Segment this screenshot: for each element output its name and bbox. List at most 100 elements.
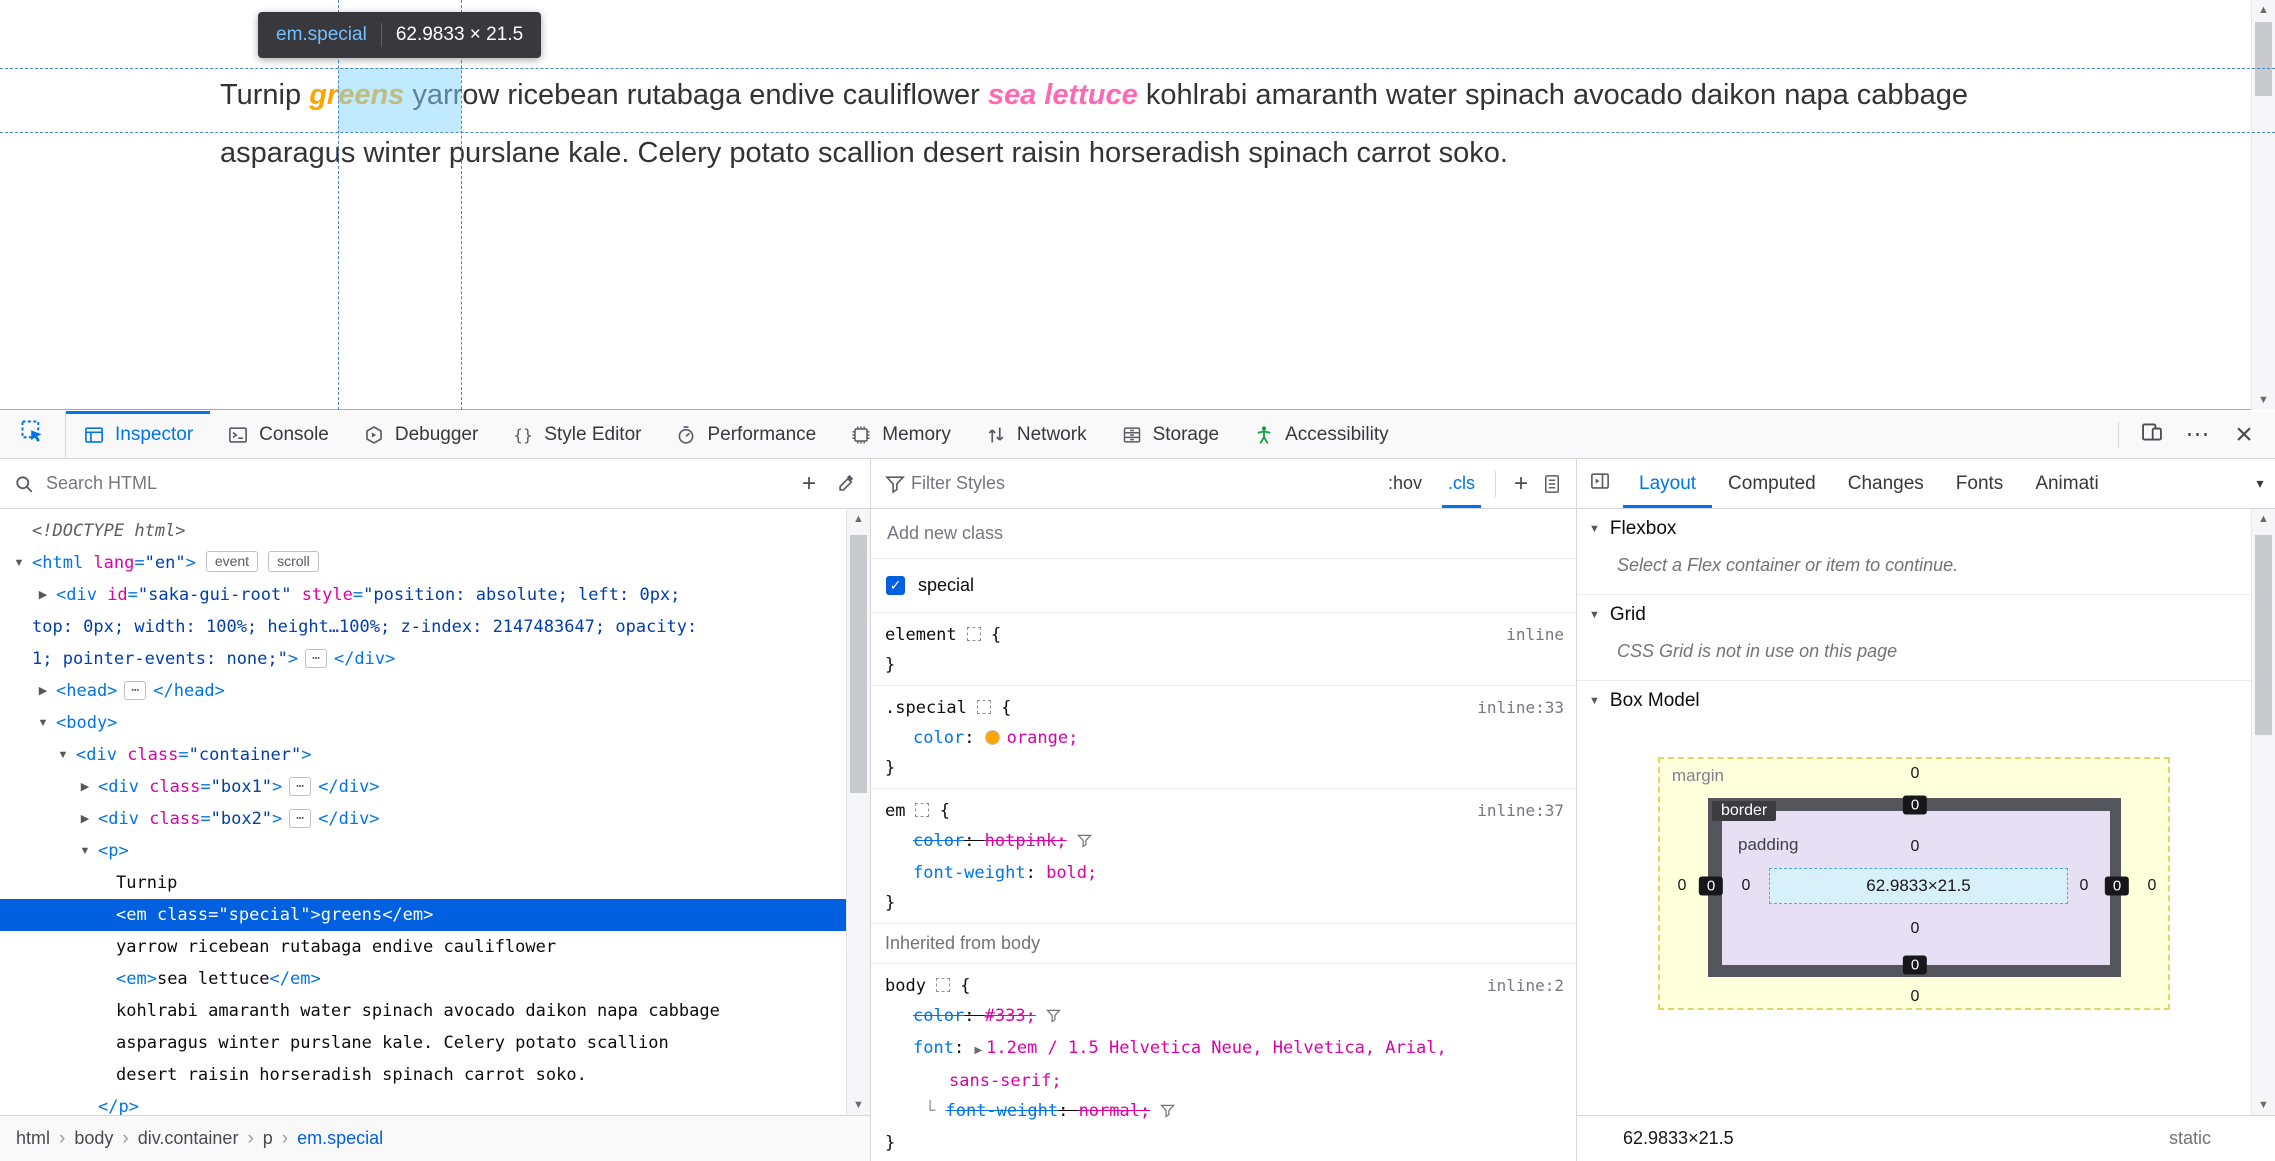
new-rule-button[interactable]: + bbox=[1506, 470, 1536, 498]
css-declaration[interactable]: color: #333; bbox=[885, 1001, 1562, 1033]
tab-network[interactable]: Network bbox=[968, 411, 1104, 458]
markup-row[interactable]: ▼ <div class="container"> bbox=[0, 739, 846, 771]
margin-right-value[interactable]: 0 bbox=[2148, 877, 2157, 895]
css-declaration[interactable]: font: ▶ 1.2em / 1.5 Helvetica Neue, Helve… bbox=[885, 1033, 1562, 1066]
markup-row[interactable]: ▶ <div id="saka-gui-root" style="position… bbox=[0, 579, 846, 611]
rule-selector[interactable]: element bbox=[885, 625, 957, 645]
overridden-filter-icon[interactable] bbox=[1076, 828, 1092, 858]
markup-scrollbar-thumb[interactable] bbox=[850, 535, 867, 793]
border-top-value[interactable]: 0 bbox=[1902, 795, 1928, 815]
three-pane-toggle-button[interactable] bbox=[1577, 459, 1623, 508]
padding-right-value[interactable]: 0 bbox=[2080, 877, 2089, 895]
expand-shorthand-icon[interactable]: ▶ bbox=[974, 1045, 982, 1056]
layout-scrollbar[interactable]: ▲ ▼ bbox=[2251, 509, 2275, 1115]
scroll-down-icon[interactable]: ▼ bbox=[847, 1095, 870, 1115]
scroll-badge[interactable]: scroll bbox=[268, 551, 319, 572]
markup-row[interactable]: Turnip bbox=[0, 867, 846, 899]
grid-section-header[interactable]: ▼ Grid bbox=[1577, 595, 2251, 635]
tab-storage[interactable]: Storage bbox=[1104, 411, 1237, 458]
markup-row[interactable]: <em>sea lettuce</em> bbox=[0, 963, 846, 995]
eyedropper-button[interactable] bbox=[836, 474, 856, 494]
twisty-collapsed-icon[interactable]: ▶ bbox=[34, 675, 52, 707]
twisty-expanded-icon[interactable]: ▼ bbox=[54, 739, 72, 771]
markup-row[interactable]: ▼ <html lang="en"> event scroll bbox=[0, 547, 846, 579]
breadcrumb-item[interactable]: html bbox=[16, 1128, 50, 1149]
twisty-expanded-icon[interactable]: ▼ bbox=[34, 707, 52, 739]
padding-top-value[interactable]: 0 bbox=[1911, 838, 1920, 856]
markup-row-selected[interactable]: <em class="special">greens</em> bbox=[0, 899, 846, 931]
collapsed-children-button[interactable]: ⋯ bbox=[289, 809, 312, 828]
markup-row[interactable]: <!DOCTYPE html> bbox=[0, 515, 846, 547]
tab-inspector[interactable]: Inspector bbox=[66, 411, 211, 458]
tab-performance[interactable]: Performance bbox=[658, 411, 833, 458]
sidebar-tab-animati[interactable]: Animati bbox=[2019, 459, 2114, 508]
markup-row[interactable]: kohlrabi amaranth water spinach avocado … bbox=[0, 995, 846, 1027]
breadcrumb-item[interactable]: div.container bbox=[138, 1128, 239, 1149]
page-scrollbar[interactable]: ▲ ▼ bbox=[2251, 0, 2275, 410]
add-node-button[interactable]: + bbox=[794, 470, 824, 498]
markup-row[interactable]: desert raisin horseradish spinach carrot… bbox=[0, 1059, 846, 1091]
search-input[interactable] bbox=[46, 473, 782, 494]
css-declaration[interactable]: font-weight: bold; bbox=[885, 858, 1562, 888]
flexbox-section-header[interactable]: ▼ Flexbox bbox=[1577, 509, 2251, 549]
page-scrollbar-thumb[interactable] bbox=[2255, 22, 2272, 96]
markup-row[interactable]: ▶ <head> ⋯ </head> bbox=[0, 675, 846, 707]
tab-accessibility[interactable]: Accessibility bbox=[1236, 411, 1405, 458]
breadcrumb-item[interactable]: em.special bbox=[297, 1128, 383, 1149]
css-declaration[interactable]: color: orange; bbox=[885, 723, 1562, 753]
node-picker-button[interactable] bbox=[0, 411, 66, 458]
event-badge[interactable]: event bbox=[205, 551, 259, 572]
scroll-up-icon[interactable]: ▲ bbox=[847, 509, 870, 529]
pseudo-class-button[interactable]: :hov bbox=[1378, 459, 1432, 508]
tab-overflow-button[interactable]: ▾ bbox=[2247, 459, 2273, 508]
border-right-value[interactable]: 0 bbox=[2104, 876, 2130, 896]
stylesheet-link[interactable]: inline:2 bbox=[1487, 971, 1564, 1001]
selector-highlighter-icon[interactable] bbox=[935, 978, 950, 992]
markup-row[interactable]: 1; pointer-events: none;"> ⋯ </div> bbox=[0, 643, 846, 675]
collapsed-children-button[interactable]: ⋯ bbox=[289, 777, 312, 796]
breadcrumb-item[interactable]: p bbox=[263, 1128, 273, 1149]
markup-row[interactable]: ▶ <div class="box1"> ⋯ </div> bbox=[0, 771, 846, 803]
class-checkbox[interactable]: ✓ bbox=[886, 576, 905, 595]
markup-row[interactable]: top: 0px; width: 100%; height…100%; z-in… bbox=[0, 611, 846, 643]
scroll-up-icon[interactable]: ▲ bbox=[2252, 0, 2275, 20]
scroll-up-icon[interactable]: ▲ bbox=[2252, 509, 2275, 529]
sidebar-tab-fonts[interactable]: Fonts bbox=[1940, 459, 2020, 508]
collapsed-children-button[interactable]: ⋯ bbox=[305, 649, 327, 668]
selector-highlighter-icon[interactable] bbox=[915, 803, 930, 817]
twisty-expanded-icon[interactable]: ▼ bbox=[10, 547, 28, 579]
twisty-collapsed-icon[interactable]: ▶ bbox=[34, 579, 52, 611]
css-declaration[interactable]: color: hotpink; bbox=[885, 826, 1562, 858]
twisty-collapsed-icon[interactable]: ▶ bbox=[76, 803, 94, 835]
padding-left-value[interactable]: 0 bbox=[1742, 877, 1751, 895]
markup-row[interactable]: ▶ <div class="box2"> ⋯ </div> bbox=[0, 803, 846, 835]
rule-selector[interactable]: em bbox=[885, 801, 905, 821]
padding-bottom-value[interactable]: 0 bbox=[1911, 920, 1920, 938]
responsive-design-button[interactable] bbox=[2131, 414, 2173, 456]
twisty-expanded-icon[interactable]: ▼ bbox=[76, 835, 94, 867]
print-media-button[interactable] bbox=[1542, 474, 1562, 494]
markup-row[interactable]: yarrow ricebean rutabaga endive cauliflo… bbox=[0, 931, 846, 963]
rule-selector[interactable]: .special bbox=[885, 698, 967, 718]
stylesheet-link[interactable]: inline:33 bbox=[1477, 693, 1564, 723]
margin-bottom-value[interactable]: 0 bbox=[1911, 988, 1920, 1006]
box-model-section-header[interactable]: ▼ Box Model bbox=[1577, 681, 2251, 721]
sidebar-tab-changes[interactable]: Changes bbox=[1832, 459, 1940, 508]
stylesheet-link[interactable]: inline:37 bbox=[1477, 796, 1564, 826]
markup-row[interactable]: ▼ <body> bbox=[0, 707, 846, 739]
selector-highlighter-icon[interactable] bbox=[976, 700, 991, 714]
margin-top-value[interactable]: 0 bbox=[1911, 765, 1920, 783]
sidebar-tab-layout[interactable]: Layout bbox=[1623, 459, 1713, 508]
border-bottom-value[interactable]: 0 bbox=[1902, 955, 1928, 975]
overridden-filter-icon[interactable] bbox=[1045, 1003, 1061, 1033]
border-left-value[interactable]: 0 bbox=[1698, 876, 1724, 896]
markup-scrollbar[interactable]: ▲ ▼ bbox=[846, 509, 870, 1115]
margin-left-value[interactable]: 0 bbox=[1678, 877, 1687, 895]
devtools-menu-button[interactable]: ⋯ bbox=[2177, 414, 2219, 456]
overridden-filter-icon[interactable] bbox=[1160, 1098, 1176, 1128]
stylesheet-link[interactable]: inline bbox=[1506, 620, 1564, 650]
class-panel-button[interactable]: .cls bbox=[1438, 459, 1485, 508]
rule-selector[interactable]: body bbox=[885, 976, 926, 996]
box-model-content[interactable]: 62.9833×21.5 bbox=[1769, 868, 2068, 904]
box-model-margin-layer[interactable]: margin border padding 62.9833×21.5 0 0 0… bbox=[1658, 757, 2170, 1010]
